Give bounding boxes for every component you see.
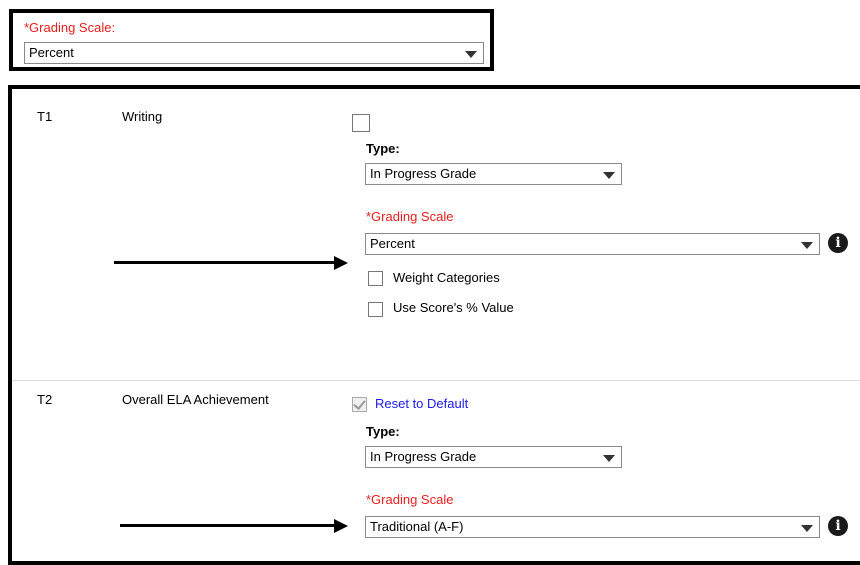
chevron-down-icon [603,455,615,462]
top-grading-scale-value: Percent [29,45,74,60]
row-name-writing: Writing [122,109,163,124]
reset-to-default-link[interactable]: Reset to Default [375,396,468,411]
pointer-arrow-line [120,524,336,527]
use-score-percent-label: Use Score's % Value [393,300,514,315]
row-code-t2: T2 [37,392,53,407]
top-grading-scale-select[interactable]: Percent [24,42,484,64]
weight-categories-label: Weight Categories [393,270,500,285]
row-t1-checkbox[interactable] [352,114,370,132]
info-icon[interactable]: i [828,233,848,253]
row-code-t1: T1 [37,109,53,124]
chevron-down-icon [801,242,813,249]
row-t2-type-label: Type: [366,424,400,439]
pointer-arrow-head [334,519,348,533]
reset-to-default-checkbox[interactable] [352,397,367,412]
pointer-arrow-head [334,256,348,270]
top-grading-scale-label: *Grading Scale: [24,20,116,35]
row-t2-grading-scale-value: Traditional (A-F) [370,519,464,534]
chevron-down-icon [465,51,477,58]
row-t1-grading-scale-value: Percent [370,236,415,251]
pointer-arrow-line [114,261,336,264]
row-divider [12,380,860,381]
row-t2-grading-scale-select[interactable]: Traditional (A-F) [365,516,820,538]
row-t1-type-label: Type: [366,141,400,156]
info-icon[interactable]: i [828,516,848,536]
row-t1-type-value: In Progress Grade [370,166,477,181]
row-t2-grading-scale-label: *Grading Scale [366,492,454,507]
row-t1-type-select[interactable]: In Progress Grade [365,163,622,185]
use-score-percent-checkbox[interactable] [368,302,383,317]
row-name-overall-ela: Overall ELA Achievement [122,392,269,407]
row-t1-grading-scale-select[interactable]: Percent [365,233,820,255]
row-t2-type-select[interactable]: In Progress Grade [365,446,622,468]
weight-categories-checkbox[interactable] [368,271,383,286]
chevron-down-icon [801,525,813,532]
row-t1-grading-scale-label: *Grading Scale [366,209,454,224]
chevron-down-icon [603,172,615,179]
checkmark-icon [353,397,366,410]
row-t2-type-value: In Progress Grade [370,449,477,464]
